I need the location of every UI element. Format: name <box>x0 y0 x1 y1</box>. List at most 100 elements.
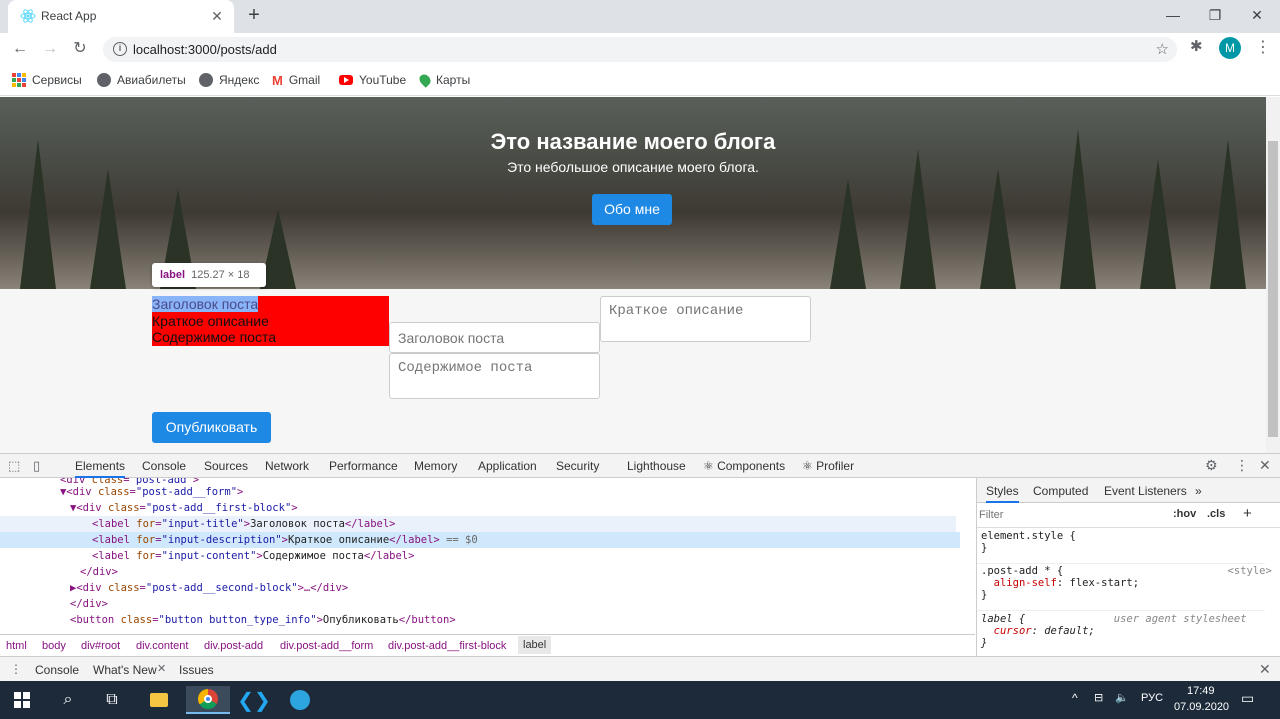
windows-start-icon[interactable] <box>4 686 40 714</box>
bookmark-maps[interactable]: Карты <box>417 72 470 88</box>
volume-icon[interactable]: 🔈 <box>1115 691 1129 704</box>
cls-toggle[interactable]: .cls <box>1207 508 1225 520</box>
extensions-icon[interactable]: ✱ <box>1190 37 1203 55</box>
dom-tree[interactable]: <div class="post-add"> ▼<div class="post… <box>0 478 960 634</box>
bookmark-youtube[interactable]: YouTube <box>339 72 406 88</box>
crumb-html[interactable]: html <box>6 640 27 652</box>
tab-profiler[interactable]: ⚛ Profiler <box>802 459 854 473</box>
bookmark-star-icon[interactable]: ☆ <box>1156 40 1169 58</box>
about-button[interactable]: Обо мне <box>592 194 672 225</box>
label-description[interactable]: Краткое описание <box>152 313 269 329</box>
vscode-icon[interactable]: ❮❯ <box>234 686 274 714</box>
chrome-icon[interactable] <box>186 686 230 714</box>
drawer-tab-whats-new[interactable]: What's New <box>93 663 157 683</box>
styles-filter-input[interactable] <box>979 506 1159 524</box>
dom-node-label-content[interactable]: <label for="input-content">Содержимое по… <box>92 548 414 564</box>
tab-computed[interactable]: Computed <box>1033 484 1088 498</box>
dom-node-label-description[interactable]: <label for="input-description">Краткое о… <box>0 532 960 548</box>
file-explorer-icon[interactable] <box>141 686 177 714</box>
blog-subtitle: Это небольшое описание моего блога. <box>507 159 759 175</box>
title-input[interactable] <box>389 322 600 353</box>
maximize-icon[interactable]: ❐ <box>1200 5 1230 25</box>
tab-event-listeners[interactable]: Event Listeners <box>1104 484 1187 498</box>
minimize-icon[interactable]: — <box>1158 5 1188 25</box>
bookmark-label: Gmail <box>288 73 321 87</box>
browser-tab[interactable]: React App ✕ <box>8 0 234 33</box>
tab-title: React App <box>41 9 97 23</box>
close-devtools-icon[interactable]: ✕ <box>1259 457 1271 474</box>
bookmark-yandex[interactable]: Яндекс <box>199 72 259 88</box>
add-rule-icon[interactable]: + <box>1243 505 1252 522</box>
tab-styles[interactable]: Styles <box>986 484 1019 503</box>
crumb-post-add-form[interactable]: div.post-add__form <box>280 640 373 652</box>
publish-button[interactable]: Опубликовать <box>152 412 271 443</box>
crumb-first-block[interactable]: div.post-add__first-block <box>388 640 506 652</box>
drawer-menu-icon[interactable]: ⋮ <box>10 662 22 676</box>
telegram-icon[interactable] <box>280 686 320 714</box>
devtools-drawer: ⋮ Console What's New ✕ Issues ✕ <box>0 656 1280 683</box>
url-text[interactable]: localhost:3000/posts/add <box>133 42 277 57</box>
more-icon[interactable]: ⋮ <box>1235 457 1249 474</box>
forward-icon[interactable]: → <box>38 37 62 61</box>
tab-performance[interactable]: Performance <box>329 459 398 473</box>
settings-gear-icon[interactable]: ⚙ <box>1205 457 1218 474</box>
back-icon[interactable]: ← <box>8 37 32 61</box>
address-bar[interactable]: i localhost:3000/posts/add ☆ <box>103 37 1177 62</box>
inspect-icon[interactable]: ⬚ <box>8 458 20 474</box>
crumb-post-add[interactable]: div.post-add <box>204 640 263 652</box>
bookmark-services[interactable]: Сервисы <box>12 72 82 88</box>
language-indicator[interactable]: РУС <box>1141 692 1163 704</box>
crumb-body[interactable]: body <box>42 640 66 652</box>
tab-security[interactable]: Security <box>556 459 599 473</box>
page-scrollbar[interactable] <box>1266 97 1280 453</box>
close-tab-icon[interactable]: ✕ <box>157 662 166 675</box>
tab-elements[interactable]: Elements <box>75 459 126 478</box>
new-tab-button[interactable]: + <box>243 4 265 26</box>
notifications-icon[interactable]: ▭ <box>1241 690 1254 707</box>
rule-element-style: element.style { } <box>981 530 1076 554</box>
close-drawer-icon[interactable]: ✕ <box>1259 661 1271 678</box>
avatar[interactable]: M <box>1219 37 1241 59</box>
search-icon[interactable]: ⌕ <box>50 686 86 714</box>
clock-date[interactable]: 07.09.2020 <box>1174 701 1229 713</box>
clock-time[interactable]: 17:49 <box>1187 685 1215 697</box>
tab-more[interactable]: » <box>1195 484 1202 498</box>
reload-icon[interactable]: ↻ <box>68 37 92 61</box>
label-title[interactable]: Заголовок поста <box>152 296 259 312</box>
crumb-content[interactable]: div.content <box>136 640 188 652</box>
drawer-tab-issues[interactable]: Issues <box>179 663 214 677</box>
apps-grid-icon <box>12 73 26 87</box>
description-textarea[interactable] <box>600 296 811 342</box>
hov-toggle[interactable]: :hov <box>1173 508 1196 520</box>
dom-node-label-title[interactable]: <label for="input-title">Заголовок поста… <box>0 516 956 532</box>
tab-components[interactable]: ⚛ Components <box>703 459 785 473</box>
inspector-tooltip: label 125.27 × 18 <box>152 263 266 287</box>
tab-application[interactable]: Application <box>478 459 537 473</box>
styles-tabs: Styles Computed Event Listeners » <box>977 478 1280 503</box>
crumb-label[interactable]: label <box>518 636 552 654</box>
map-pin-icon <box>417 72 433 88</box>
device-toggle-icon[interactable]: ▯ <box>33 458 40 474</box>
windows-taskbar: ⌕ ⧉ ❮❯ ^ ⊟ 🔈 РУС 17:49 07.09.2020 ▭ <box>0 681 1280 719</box>
crumb-root[interactable]: div#root <box>81 640 120 652</box>
network-icon[interactable]: ⊟ <box>1094 691 1103 704</box>
tab-sources[interactable]: Sources <box>204 459 248 473</box>
tray-expand-icon[interactable]: ^ <box>1072 691 1078 705</box>
close-window-icon[interactable]: ✕ <box>1242 5 1272 25</box>
task-view-icon[interactable]: ⧉ <box>94 686 130 714</box>
info-icon[interactable]: i <box>113 42 127 56</box>
drawer-tab-console[interactable]: Console <box>35 663 79 677</box>
youtube-icon <box>339 75 353 85</box>
tab-network[interactable]: Network <box>265 459 309 473</box>
tab-lighthouse[interactable]: Lighthouse <box>627 459 686 473</box>
scroll-thumb[interactable] <box>1268 141 1278 437</box>
close-tab-icon[interactable]: ✕ <box>208 7 226 25</box>
bookmark-flights[interactable]: Авиабилеты <box>97 72 186 88</box>
bookmark-label: Сервисы <box>32 73 82 87</box>
label-content[interactable]: Содержимое поста <box>152 329 276 345</box>
bookmark-gmail[interactable]: M Gmail <box>272 72 320 88</box>
tab-console[interactable]: Console <box>142 459 186 473</box>
menu-icon[interactable]: ⋮ <box>1255 37 1271 57</box>
content-textarea[interactable] <box>389 353 600 399</box>
tab-memory[interactable]: Memory <box>414 459 457 473</box>
